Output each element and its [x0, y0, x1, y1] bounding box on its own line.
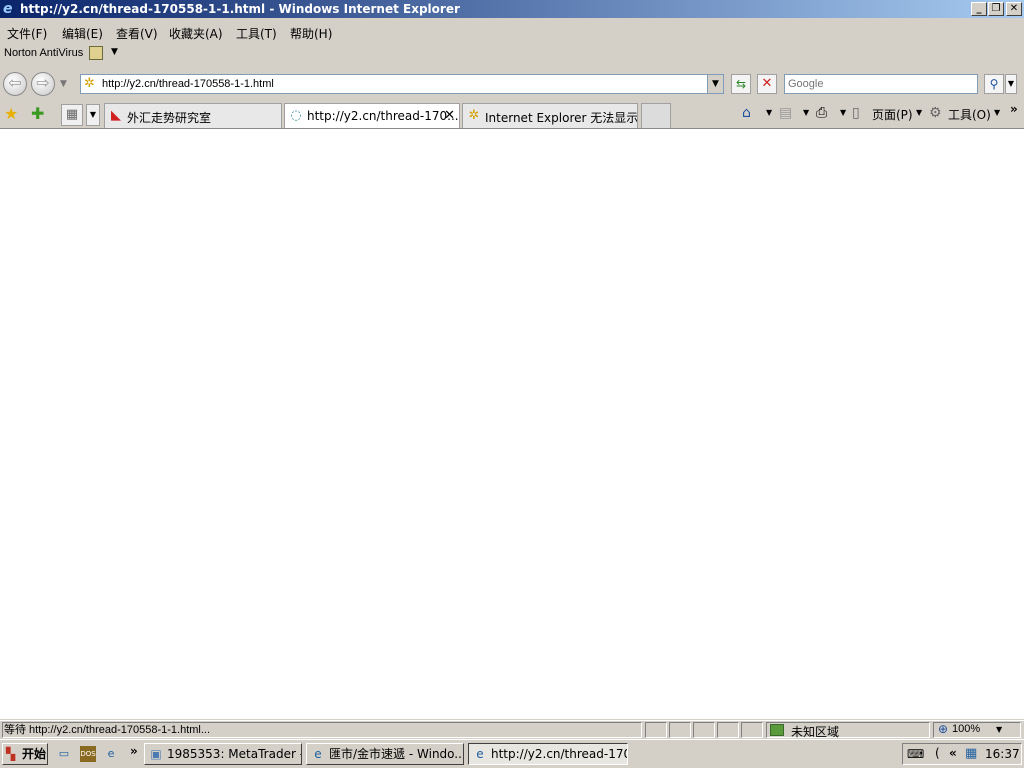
print-icon[interactable]: ⎙ [816, 105, 827, 121]
start-label: 开始 [22, 747, 47, 761]
tools-menu-button[interactable]: 工具(O) [948, 106, 991, 123]
menu-bar: 文件(F) 编辑(E) 查看(V) 收藏夹(A) 工具(T) 帮助(H) [0, 22, 1024, 42]
favorites-star-icon[interactable]: ★ [4, 104, 18, 123]
page-icon: ✲ [84, 76, 95, 91]
tab-label: http://y2.cn/thread-170... [307, 109, 459, 123]
norton-toolbar: Norton AntiVirus ▼ [0, 44, 1024, 64]
search-input[interactable] [788, 78, 974, 90]
chevron-down-icon[interactable]: ▼ [840, 108, 846, 117]
clock[interactable]: 16:37 [985, 747, 1020, 761]
taskbar-button-label: http://y2.cn/thread-170... [491, 747, 628, 761]
tab-forex[interactable]: ◣ 外汇走势研究室 [104, 103, 282, 128]
status-panel [669, 722, 691, 738]
menu-file[interactable]: 文件(F) [7, 25, 47, 42]
taskbar-button-metatrader[interactable]: ▣ 1985353: MetaTrader - ... [144, 743, 302, 765]
window-title: http://y2.cn/thread-170558-1-1.html - Wi… [20, 2, 460, 16]
chevron-down-icon[interactable]: ▼ [916, 108, 922, 117]
status-panel [693, 722, 715, 738]
status-bar: 等待 http://y2.cn/thread-170558-1-1.html..… [0, 720, 1024, 739]
home-icon[interactable]: ⌂ [742, 105, 751, 121]
status-panel [717, 722, 739, 738]
more-commands-icon[interactable]: » [1010, 102, 1018, 116]
menu-help[interactable]: 帮助(H) [290, 25, 332, 42]
start-button[interactable]: ▚ 开始 [2, 743, 48, 765]
search-options-button[interactable]: ▼ [1005, 74, 1017, 94]
search-button[interactable]: ⚲ [984, 74, 1004, 94]
system-tray: ⌨ ( « ▦ 16:37 [902, 743, 1022, 765]
forward-button[interactable]: ⇨ [31, 72, 55, 96]
network-icon[interactable]: ▦ [965, 746, 977, 761]
zone-label: 未知区域 [791, 725, 840, 739]
taskbar-button-label: 匯市/金市速遞 - Windo... [329, 747, 464, 761]
input-method-icon[interactable]: ( [935, 746, 940, 760]
restore-button[interactable]: ❐ [988, 2, 1004, 16]
stop-button[interactable]: ✕ [757, 74, 777, 94]
feeds-icon[interactable]: ▤ [779, 105, 792, 121]
chevron-down-icon[interactable]: ▼ [766, 108, 772, 117]
zoom-icon: ⊕ [938, 722, 949, 736]
close-button[interactable]: ✕ [1006, 2, 1022, 16]
taskbar-button-label: 1985353: MetaTrader - ... [167, 747, 301, 761]
search-box[interactable] [784, 74, 978, 94]
page-menu-icon: ▯ [852, 105, 860, 121]
taskbar-button-ie-2[interactable]: e http://y2.cn/thread-170... [468, 743, 628, 765]
ie-icon: e [3, 1, 13, 17]
zoom-level[interactable]: 100% [952, 723, 980, 735]
forex-site-icon: ◣ [111, 108, 121, 123]
keyboard-icon[interactable]: ⌨ [907, 747, 924, 761]
menu-edit[interactable]: 编辑(E) [62, 25, 103, 42]
minimize-button[interactable]: _ [971, 2, 987, 16]
chevron-down-icon[interactable]: ▼ [60, 79, 67, 89]
tab-ie-error[interactable]: ✲ Internet Explorer 无法显示... [462, 103, 638, 128]
tray-expand-icon[interactable]: « [949, 746, 957, 760]
gear-icon: ⚙ [929, 105, 942, 121]
add-favorites-icon[interactable]: ✚ [31, 104, 44, 123]
menu-tools[interactable]: 工具(T) [236, 25, 277, 42]
tab-list-button[interactable]: ▼ [86, 104, 100, 126]
chevron-down-icon[interactable]: ▼ [996, 725, 1002, 734]
tab-label: 外汇走势研究室 [127, 111, 212, 125]
page-content[interactable] [0, 128, 1024, 719]
back-button[interactable]: ⇦ [3, 72, 27, 96]
ie-icon[interactable]: e [103, 746, 119, 762]
ie-icon: e [476, 747, 484, 761]
windows-logo-icon: ▚ [6, 747, 16, 761]
close-icon[interactable]: ✕ [444, 108, 455, 123]
chevron-down-icon[interactable]: ▼ [111, 47, 118, 57]
status-panel [645, 722, 667, 738]
menu-view[interactable]: 查看(V) [116, 25, 158, 42]
status-text: 等待 http://y2.cn/thread-170558-1-1.html..… [2, 722, 642, 738]
tab-label: Internet Explorer 无法显示... [485, 111, 638, 125]
title-bar: e http://y2.cn/thread-170558-1-1.html - … [0, 0, 1024, 18]
status-panel [741, 722, 763, 738]
page-icon: ✲ [468, 108, 480, 123]
page-menu-button[interactable]: 页面(P) [872, 106, 913, 123]
tab-row: ★ ✚ ▦ ▼ ◣ 外汇走势研究室 ◌ http://y2.cn/thread-… [0, 101, 1024, 128]
tab-thread[interactable]: ◌ http://y2.cn/thread-170... ✕ [284, 103, 460, 128]
metatrader-icon: ▣ [150, 747, 162, 761]
chevron-down-icon[interactable]: ▼ [994, 108, 1000, 117]
show-desktop-icon[interactable]: ▭ [56, 746, 72, 762]
new-tab-button[interactable] [641, 103, 671, 128]
refresh-button[interactable]: ⇆ [731, 74, 751, 94]
quick-tabs-button[interactable]: ▦ [61, 104, 83, 126]
zone-icon [770, 724, 784, 736]
quicklaunch-more-icon[interactable]: » [130, 744, 138, 758]
address-row: ⇦ ⇨ ▼ ✲ http://y2.cn/thread-170558-1-1.h… [0, 70, 1024, 98]
ie-icon: e [314, 747, 322, 761]
dosbox-icon[interactable]: DOS [80, 746, 96, 762]
chevron-down-icon[interactable]: ▼ [803, 108, 809, 117]
taskbar: ▚ 开始 ▭ DOS e » ▣ 1985353: MetaTrader - .… [0, 739, 1024, 768]
menu-favorites[interactable]: 收藏夹(A) [169, 25, 223, 42]
norton-label: Norton AntiVirus [4, 47, 84, 59]
norton-icon[interactable] [89, 46, 103, 60]
address-input[interactable]: http://y2.cn/thread-170558-1-1.html [102, 78, 274, 90]
loading-icon: ◌ [290, 108, 302, 123]
address-bar[interactable]: ✲ http://y2.cn/thread-170558-1-1.html ▼ [80, 74, 724, 94]
taskbar-button-ie-1[interactable]: e 匯市/金市速遞 - Windo... [306, 743, 464, 765]
address-dropdown-button[interactable]: ▼ [707, 75, 723, 93]
